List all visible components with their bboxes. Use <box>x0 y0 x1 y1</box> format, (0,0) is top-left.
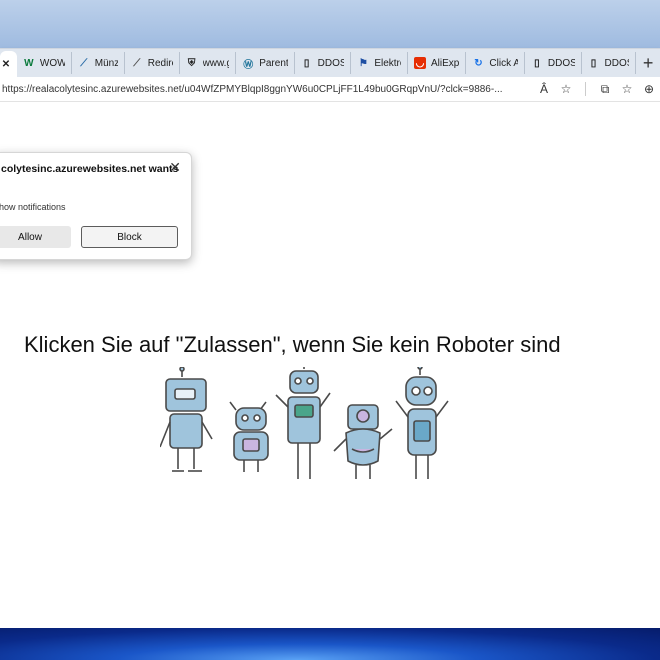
flag-icon: ⚑ <box>358 57 368 69</box>
robot-2 <box>229 401 269 472</box>
robots-illustration <box>160 367 449 479</box>
popup-title: colytesinc.azurewebsites.net wants <box>1 163 179 175</box>
desktop-background <box>0 0 660 48</box>
tab-munze[interactable]: ⟋ Münze <box>72 52 125 74</box>
robot-5 <box>395 367 449 479</box>
refresh-icon: ↻ <box>474 57 483 69</box>
tab-www[interactable]: ⛨ www.g <box>180 52 237 74</box>
url-text: https://realacolytesinc.azurewebsites.ne… <box>2 83 503 95</box>
robot-1 <box>160 367 213 472</box>
collections-icon[interactable]: ⊕ <box>638 79 660 99</box>
feather-icon: ⟋ <box>80 57 88 69</box>
popup-message: how notifications <box>0 202 66 212</box>
split-screen-icon[interactable]: ⧉ <box>594 79 616 99</box>
wordpress-icon: Ⓦ <box>243 59 254 71</box>
tab-label: www.g <box>202 57 230 69</box>
feather-icon: ⟋ <box>133 57 141 69</box>
block-button[interactable]: Block <box>81 226 178 248</box>
tab-label: DDOS <box>547 57 575 69</box>
tab-elektro[interactable]: ⚑ Elektro <box>351 52 408 74</box>
w-logo-icon: W <box>24 57 34 69</box>
tab-label: Elektro <box>374 57 401 69</box>
page-viewport: colytesinc.azurewebsites.net wants ✕ how… <box>0 102 660 629</box>
address-bar[interactable]: https://realacolytesinc.azurewebsites.ne… <box>0 79 533 99</box>
aliexpress-icon: ◡ <box>413 57 426 69</box>
tab-parent[interactable]: Ⓦ Parent <box>236 52 295 74</box>
tab-redirect[interactable]: ⟋ Redirec <box>125 52 180 74</box>
tab-label: DDOS <box>604 57 630 69</box>
tab-aliexpress[interactable]: ◡ AliExpr <box>408 52 467 74</box>
tab-click[interactable]: ↻ Click A <box>466 52 525 74</box>
tab-label: Parent <box>259 57 288 69</box>
robot-4 <box>333 404 393 479</box>
favorites-icon[interactable]: ☆ <box>616 79 638 99</box>
tab-label: WOW <box>39 57 65 69</box>
tab-wow[interactable]: W WOW <box>17 52 72 74</box>
tab-ddos-1[interactable]: ▯ DDOS <box>295 52 352 74</box>
new-tab-button[interactable]: + <box>636 52 660 74</box>
toolbar-divider <box>585 82 586 96</box>
robot-3 <box>275 367 331 479</box>
page-icon: ▯ <box>534 57 540 69</box>
desktop-wallpaper <box>0 628 660 660</box>
tab-label: Click A <box>489 57 518 69</box>
page-icon: ▯ <box>303 57 310 69</box>
close-tab-icon[interactable]: ✕ <box>0 58 12 70</box>
tab-strip: ✕ W WOW ⟋ Münze ⟋ Redirec ⛨ www.g Ⓦ Pare… <box>0 49 660 77</box>
page-headline: Klicken Sie auf "Zulassen", wenn Sie kei… <box>24 332 561 357</box>
page-icon: ▯ <box>590 57 597 69</box>
read-aloud-icon[interactable]: Â <box>533 79 555 99</box>
tab-ddos-2[interactable]: ▯ DDOS <box>525 52 582 74</box>
tab-label: AliExpr <box>430 57 460 69</box>
browser-toolbar: https://realacolytesinc.azurewebsites.ne… <box>0 77 660 102</box>
allow-button[interactable]: Allow <box>0 226 71 248</box>
notification-permission-popup: colytesinc.azurewebsites.net wants ✕ how… <box>0 152 192 260</box>
tab-label: Münze <box>94 57 118 69</box>
tab-label: DDOS <box>317 57 345 69</box>
tab-active[interactable]: ✕ <box>0 51 17 77</box>
close-icon[interactable]: ✕ <box>169 159 181 176</box>
tab-ddos-3[interactable]: ▯ DDOS <box>582 52 637 74</box>
shield-icon: ⛨ <box>187 57 196 69</box>
tab-label: Redirec <box>147 57 173 69</box>
favorite-star-icon[interactable]: ☆ <box>555 79 577 99</box>
browser-window: ✕ W WOW ⟋ Münze ⟋ Redirec ⛨ www.g Ⓦ Pare… <box>0 48 660 629</box>
